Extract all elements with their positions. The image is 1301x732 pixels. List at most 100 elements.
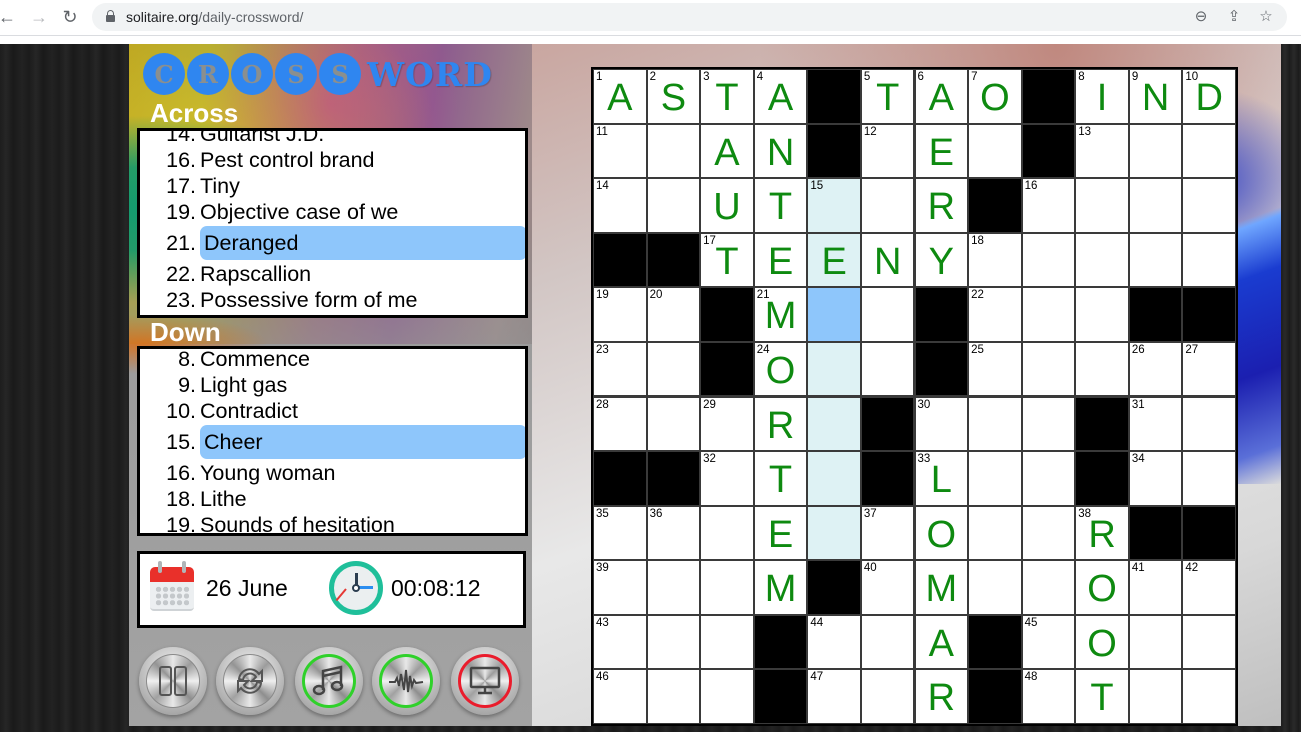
grid-cell[interactable]: 7O xyxy=(969,70,1021,123)
grid-cell[interactable]: 5T xyxy=(861,70,914,123)
grid-cell[interactable]: 31 xyxy=(1129,397,1182,451)
grid-cell[interactable]: O xyxy=(1076,615,1128,669)
grid-cell[interactable] xyxy=(1022,452,1075,505)
grid-cell[interactable] xyxy=(1022,397,1075,451)
grid-cell[interactable] xyxy=(969,506,1021,560)
zoom-icon[interactable]: ⊖ xyxy=(1192,8,1210,26)
grid-cell[interactable]: E xyxy=(808,233,860,287)
down-clue-item[interactable]: 10. Contradict xyxy=(140,398,525,424)
grid-cell[interactable] xyxy=(969,452,1021,505)
grid-cell[interactable]: 43 xyxy=(594,615,646,669)
grid-cell[interactable]: 8I xyxy=(1076,70,1128,123)
selected-cell[interactable] xyxy=(808,288,860,341)
grid-cell[interactable] xyxy=(1076,342,1128,396)
grid-cell[interactable] xyxy=(701,506,753,560)
grid-cell[interactable]: 35 xyxy=(594,506,646,560)
grid-cell[interactable] xyxy=(969,561,1021,614)
back-button[interactable]: ← xyxy=(0,6,18,28)
grid-cell[interactable] xyxy=(861,342,914,396)
across-clue-item[interactable]: 14. Guitarist J.D. xyxy=(140,131,525,147)
grid-cell[interactable]: 20 xyxy=(647,288,700,341)
grid-cell[interactable] xyxy=(1076,179,1128,232)
grid-cell[interactable]: Y xyxy=(915,233,968,287)
grid-cell[interactable] xyxy=(1022,561,1075,614)
grid-cell[interactable]: 14 xyxy=(594,179,646,232)
grid-cell[interactable] xyxy=(1183,452,1235,505)
url-text[interactable]: solitaire.org/daily-crossword/ xyxy=(126,9,303,25)
grid-cell[interactable]: 40 xyxy=(861,561,914,614)
fullscreen-button[interactable] xyxy=(451,647,519,715)
grid-cell[interactable]: R xyxy=(915,179,968,232)
grid-cell[interactable] xyxy=(861,615,914,669)
grid-cell[interactable] xyxy=(808,452,860,505)
grid-cell[interactable] xyxy=(1183,670,1235,723)
grid-cell[interactable] xyxy=(1129,615,1182,669)
grid-cell[interactable]: E xyxy=(915,124,968,178)
grid-cell[interactable]: E xyxy=(754,233,807,287)
grid-cell[interactable] xyxy=(701,615,753,669)
grid-cell[interactable]: T xyxy=(754,452,807,505)
grid-cell[interactable]: 42 xyxy=(1183,561,1235,614)
grid-cell[interactable]: 32 xyxy=(701,452,753,505)
grid-cell[interactable]: 19 xyxy=(594,288,646,341)
grid-cell[interactable] xyxy=(969,397,1021,451)
grid-cell[interactable] xyxy=(1183,615,1235,669)
grid-cell[interactable] xyxy=(647,124,700,178)
grid-cell[interactable]: M xyxy=(754,561,807,614)
grid-cell[interactable]: 46 xyxy=(594,670,646,723)
grid-cell[interactable]: 33 L xyxy=(915,452,968,505)
across-clue-item[interactable]: 22. Rapscallion xyxy=(140,261,525,287)
grid-cell[interactable] xyxy=(1076,288,1128,341)
grid-cell[interactable]: 36 xyxy=(647,506,700,560)
grid-cell[interactable] xyxy=(861,288,914,341)
grid-cell[interactable] xyxy=(647,179,700,232)
grid-cell[interactable]: 28 xyxy=(594,397,646,451)
grid-cell[interactable] xyxy=(1183,179,1235,232)
grid-cell[interactable] xyxy=(1022,506,1075,560)
grid-cell[interactable] xyxy=(647,342,700,396)
grid-cell[interactable] xyxy=(1022,288,1075,341)
grid-cell[interactable] xyxy=(647,397,700,451)
grid-cell[interactable]: 12 xyxy=(861,124,914,178)
down-clue-item[interactable]: 9. Light gas xyxy=(140,372,525,398)
grid-cell[interactable]: 41 xyxy=(1129,561,1182,614)
grid-cell[interactable]: 38 R xyxy=(1076,506,1128,560)
grid-cell[interactable] xyxy=(861,179,914,232)
grid-cell[interactable]: 22 xyxy=(969,288,1021,341)
grid-cell[interactable]: M xyxy=(915,561,968,614)
grid-cell[interactable]: 3T xyxy=(701,70,753,123)
grid-cell[interactable]: 16 xyxy=(1022,179,1075,232)
grid-cell[interactable] xyxy=(647,670,700,723)
grid-cell[interactable]: N xyxy=(754,124,807,178)
grid-cell[interactable] xyxy=(1129,124,1182,178)
grid-cell[interactable] xyxy=(1129,179,1182,232)
grid-cell[interactable] xyxy=(1129,233,1182,287)
reload-button[interactable]: ↻ xyxy=(59,6,81,28)
bookmark-star-icon[interactable]: ☆ xyxy=(1257,8,1275,26)
music-button[interactable] xyxy=(295,647,363,715)
across-clue-list[interactable]: 14. Guitarist J.D. 16. Pest control brand 17… xyxy=(137,128,528,318)
grid-cell[interactable] xyxy=(861,670,914,723)
across-clue-item[interactable]: 16. Pest control brand xyxy=(140,147,525,173)
grid-cell[interactable] xyxy=(647,615,700,669)
grid-cell[interactable] xyxy=(1129,670,1182,723)
grid-cell[interactable]: 29 xyxy=(701,397,753,451)
grid-cell[interactable] xyxy=(808,506,860,560)
down-clue-item[interactable]: 8. Commence xyxy=(140,349,525,372)
address-bar[interactable]: solitaire.org/daily-crossword/ ⊖ ⇪ ☆ xyxy=(92,3,1287,31)
grid-cell[interactable]: N xyxy=(861,233,914,287)
grid-cell[interactable]: 18 xyxy=(969,233,1021,287)
down-clue-list[interactable]: 8. Commence 9. Light gas 10. Contradict 15. Che… xyxy=(137,346,528,536)
grid-cell[interactable]: 21 M xyxy=(754,288,807,341)
down-clue-item[interactable]: 16. Young woman xyxy=(140,460,525,486)
restart-button[interactable] xyxy=(216,647,284,715)
grid-cell[interactable]: 10 D xyxy=(1183,70,1235,123)
down-clue-item[interactable]: 18. Lithe xyxy=(140,486,525,512)
across-clue-item[interactable]: 17. Tiny xyxy=(140,173,525,199)
pause-button[interactable] xyxy=(139,647,207,715)
grid-cell[interactable]: 34 xyxy=(1129,452,1182,505)
sound-button[interactable] xyxy=(372,647,440,715)
grid-cell[interactable]: 13 xyxy=(1076,124,1128,178)
grid-cell[interactable]: 24 O xyxy=(754,342,807,396)
grid-cell[interactable]: E xyxy=(754,506,807,560)
